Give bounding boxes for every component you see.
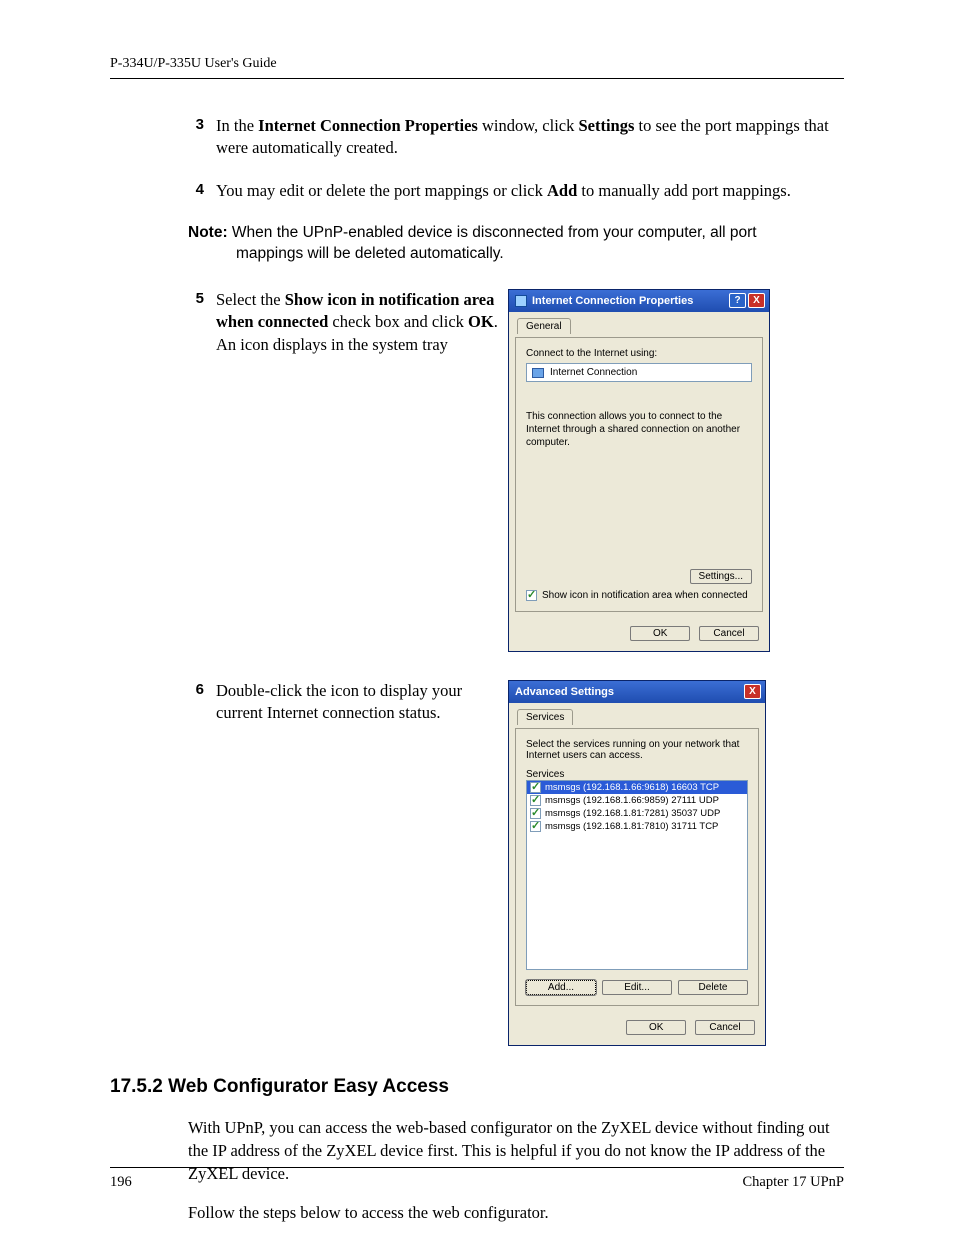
bold: Settings (578, 116, 634, 135)
text: You may edit or delete the port mappings… (216, 181, 547, 200)
service-checkbox[interactable] (530, 821, 541, 832)
bold: Add (547, 181, 577, 200)
page-number: 196 (110, 1174, 132, 1191)
step-number: 3 (188, 115, 216, 160)
ok-button[interactable]: OK (630, 626, 690, 641)
service-checkbox[interactable] (530, 795, 541, 806)
step-3: 3 In the Internet Connection Properties … (188, 115, 844, 160)
add-button[interactable]: Add... (526, 980, 596, 995)
text: In the (216, 116, 258, 135)
help-button[interactable]: ? (729, 293, 746, 308)
close-button[interactable]: X (744, 684, 761, 699)
step-number: 5 (188, 289, 216, 356)
section-heading: 17.5.2 Web Configurator Easy Access (110, 1076, 844, 1098)
running-header: P-334U/P-335U User's Guide (110, 56, 844, 79)
show-icon-checkbox[interactable] (526, 590, 537, 601)
note-block: Note: When the UPnP-enabled device is di… (188, 222, 844, 265)
service-label: msmsgs (192.168.1.81:7810) 31711 TCP (545, 821, 718, 832)
service-checkbox[interactable] (530, 808, 541, 819)
service-item[interactable]: msmsgs (192.168.1.66:9859) 27111 UDP (527, 794, 747, 807)
dialog-titlebar[interactable]: Internet Connection Properties ? X (509, 290, 769, 312)
dialog-title: Advanced Settings (515, 686, 742, 698)
service-checkbox[interactable] (530, 782, 541, 793)
connection-name: Internet Connection (550, 367, 637, 378)
connection-icon (532, 368, 544, 378)
cancel-button[interactable]: Cancel (699, 626, 759, 641)
window-icon (515, 295, 527, 307)
text: to manually add port mappings. (577, 181, 791, 200)
service-label: msmsgs (192.168.1.81:7281) 35037 UDP (545, 808, 720, 819)
services-instruction: Select the services running on your netw… (526, 739, 748, 761)
bold: Internet Connection Properties (258, 116, 478, 135)
service-item[interactable]: msmsgs (192.168.1.81:7810) 31711 TCP (527, 820, 747, 833)
cancel-button[interactable]: Cancel (695, 1020, 755, 1035)
service-item[interactable]: msmsgs (192.168.1.81:7281) 35037 UDP (527, 807, 747, 820)
note-label: Note: (188, 224, 228, 241)
ok-button[interactable]: OK (626, 1020, 686, 1035)
step-number: 4 (188, 180, 216, 202)
dialog-titlebar[interactable]: Advanced Settings X (509, 681, 765, 703)
note-text: mappings will be deleted automatically. (188, 243, 844, 265)
step-5: 5 Select the Show icon in notification a… (188, 289, 508, 356)
internet-connection-properties-dialog: Internet Connection Properties ? X Gener… (508, 289, 770, 652)
text: window, click (478, 116, 579, 135)
edit-button[interactable]: Edit... (602, 980, 672, 995)
paragraph: Follow the steps below to access the web… (188, 1201, 844, 1224)
services-listbox[interactable]: msmsgs (192.168.1.66:9618) 16603 TCP msm… (526, 780, 748, 970)
show-icon-label: Show icon in notification area when conn… (542, 590, 748, 601)
settings-button[interactable]: Settings... (690, 569, 752, 584)
note-text: When the UPnP-enabled device is disconne… (228, 224, 757, 241)
page-footer: 196 Chapter 17 UPnP (110, 1167, 844, 1191)
text: check box and click (328, 312, 468, 331)
connection-field[interactable]: Internet Connection (526, 363, 752, 382)
service-label: msmsgs (192.168.1.66:9618) 16603 TCP (545, 782, 719, 793)
dialog-title: Internet Connection Properties (532, 295, 727, 307)
chapter-label: Chapter 17 UPnP (743, 1174, 845, 1191)
step-6: 6 Double-click the icon to display your … (188, 680, 508, 725)
advanced-settings-dialog: Advanced Settings X Services Select the … (508, 680, 766, 1046)
tab-general[interactable]: General (517, 318, 571, 334)
delete-button[interactable]: Delete (678, 980, 748, 995)
service-label: msmsgs (192.168.1.66:9859) 27111 UDP (545, 795, 719, 806)
services-list-header: Services (526, 769, 748, 780)
step-number: 6 (188, 680, 216, 725)
tab-services[interactable]: Services (517, 709, 573, 725)
step-text: Double-click the icon to display your cu… (216, 680, 508, 725)
connection-description: This connection allows you to connect to… (526, 410, 752, 449)
connect-using-label: Connect to the Internet using: (526, 348, 752, 359)
service-item[interactable]: msmsgs (192.168.1.66:9618) 16603 TCP (527, 781, 747, 794)
bold: OK (468, 312, 494, 331)
step-4: 4 You may edit or delete the port mappin… (188, 180, 844, 202)
text: Select the (216, 290, 285, 309)
close-button[interactable]: X (748, 293, 765, 308)
